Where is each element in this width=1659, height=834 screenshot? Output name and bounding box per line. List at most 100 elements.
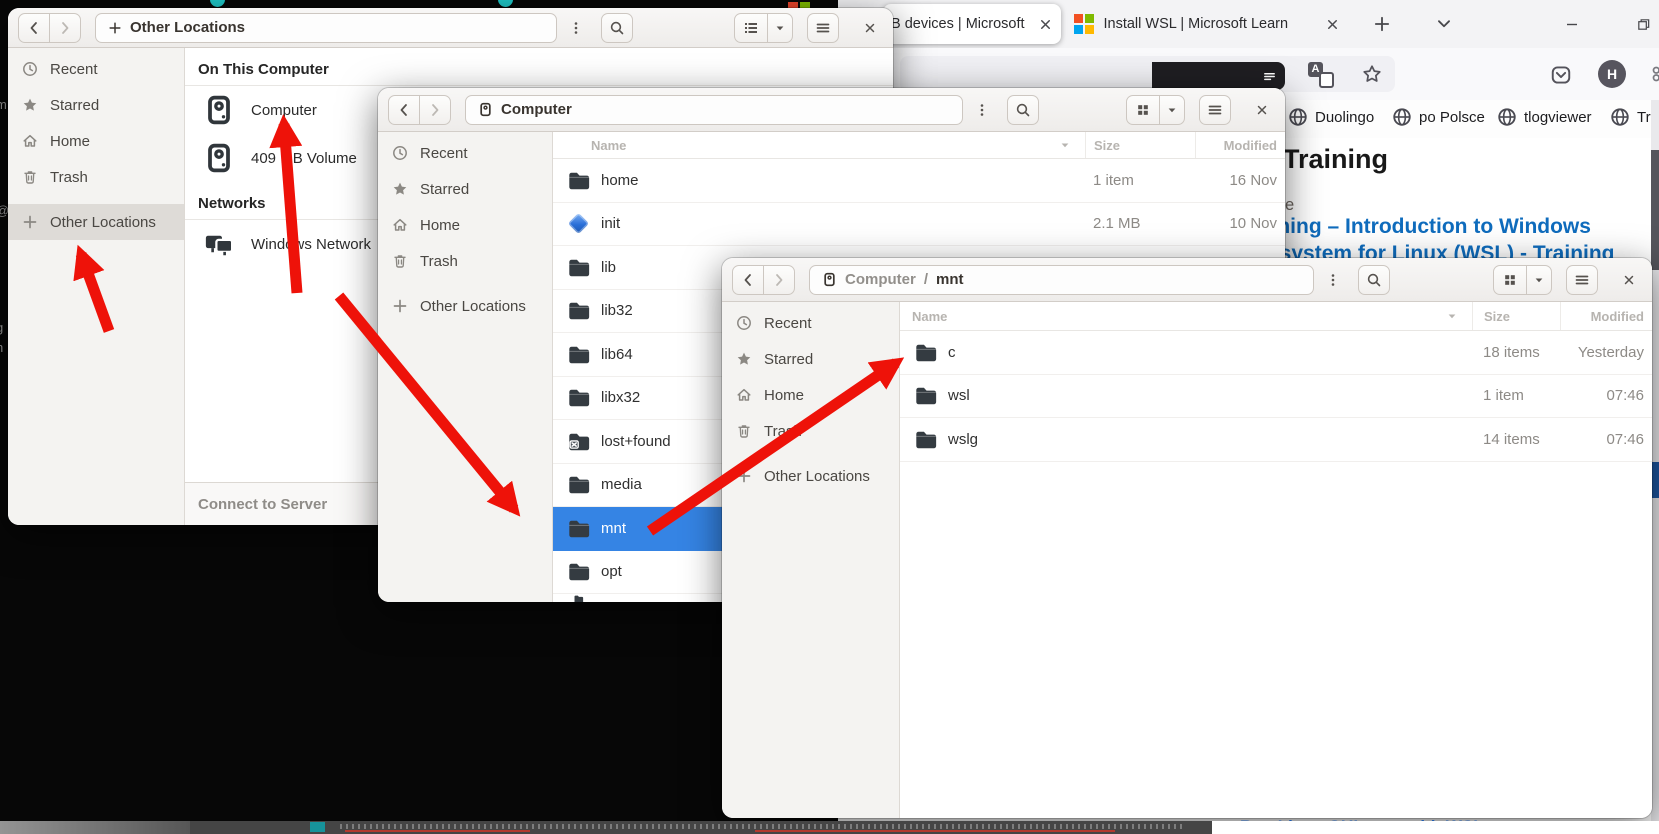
file-row-wsl[interactable]: wsl 1 item 07:46 — [900, 375, 1652, 419]
sidebar-item-trash[interactable]: Trash — [8, 159, 184, 195]
sort-caret-icon — [1059, 139, 1071, 151]
file-list-panel: Name Size Modified c 18 items Yesterday … — [900, 302, 1652, 818]
forward-button[interactable] — [49, 13, 81, 43]
location-name: Windows Network — [251, 236, 371, 253]
new-tab-button[interactable] — [1370, 12, 1394, 36]
search-button[interactable] — [1358, 265, 1390, 295]
folder-icon — [567, 299, 590, 322]
folder-icon — [567, 473, 590, 496]
drive-icon — [822, 272, 837, 287]
translate-icon[interactable]: A — [1308, 62, 1334, 88]
breadcrumb-computer[interactable]: Computer — [845, 271, 916, 288]
bookmark-tlogviewer[interactable]: tlogviewer — [1497, 107, 1592, 127]
search-button[interactable] — [601, 13, 633, 43]
file-size: 1 item — [1085, 172, 1195, 189]
taskbar-right — [1212, 821, 1659, 834]
sidebar-item-label: Recent — [50, 61, 98, 78]
path-bar[interactable]: Other Locations — [95, 13, 557, 43]
grid-view-button[interactable] — [1126, 95, 1160, 125]
path-bar[interactable]: Computer / mnt — [809, 265, 1314, 295]
sidebar-item-starred[interactable]: Starred — [8, 87, 184, 123]
minimize-button[interactable] — [1560, 12, 1584, 36]
path-bar[interactable]: Computer — [465, 95, 963, 125]
bookmark-po-polsce[interactable]: po Polsce — [1392, 107, 1485, 127]
star-icon — [736, 351, 752, 367]
folder-icon — [567, 594, 590, 602]
hamburger-menu-button[interactable] — [1566, 265, 1598, 295]
account-avatar[interactable]: H — [1598, 60, 1626, 88]
back-button[interactable] — [732, 265, 764, 295]
menu-dots-button[interactable] — [969, 95, 995, 125]
globe-icon — [1392, 107, 1412, 127]
places-sidebar: Recent Starred Home Trash Other Location… — [8, 48, 185, 525]
sidebar-item-other-locations[interactable]: Other Locations — [722, 458, 899, 494]
list-view-button[interactable] — [734, 13, 768, 43]
column-headers[interactable]: Name Size Modified — [553, 132, 1285, 159]
sidebar-item-home[interactable]: Home — [722, 377, 899, 413]
tab-list-chevron-icon[interactable] — [1432, 12, 1456, 36]
sidebar-item-other-locations[interactable]: Other Locations — [378, 288, 552, 324]
file-row-c[interactable]: c 18 items Yesterday — [900, 331, 1652, 375]
browser-scrollbar-thumb[interactable] — [1651, 150, 1659, 270]
menu-dots-button[interactable] — [563, 13, 589, 43]
sidebar-item-label: Starred — [420, 181, 469, 198]
sidebar-item-starred[interactable]: Starred — [378, 171, 552, 207]
forward-button[interactable] — [763, 265, 795, 295]
extension-icon[interactable] — [1650, 64, 1659, 84]
column-modified: Modified — [1195, 132, 1285, 158]
window-close-button[interactable] — [1249, 95, 1275, 125]
pocket-icon[interactable] — [1550, 64, 1572, 86]
back-button[interactable] — [18, 13, 50, 43]
clock-icon — [22, 61, 38, 77]
view-options-caret[interactable] — [767, 13, 793, 43]
window-close-button[interactable] — [1616, 265, 1642, 295]
view-options-caret[interactable] — [1159, 95, 1185, 125]
file-row-home[interactable]: home 1 item 16 Nov — [553, 159, 1285, 203]
taskbar-red-mark — [755, 830, 1115, 832]
restore-window-button[interactable] — [1631, 12, 1655, 36]
hamburger-menu-button[interactable] — [807, 13, 839, 43]
folder-icon — [914, 384, 937, 407]
plus-icon — [736, 468, 752, 484]
sidebar-item-recent[interactable]: Recent — [722, 305, 899, 341]
feedback-side-tab[interactable] — [1651, 462, 1659, 498]
browser-tab-devices[interactable]: B devices | Microsoft — [883, 4, 1061, 44]
grid-view-button[interactable] — [1493, 265, 1527, 295]
view-options-caret[interactable] — [1526, 265, 1552, 295]
sidebar-item-trash[interactable]: Trash — [722, 413, 899, 449]
file-modified: 07:46 — [1560, 431, 1652, 448]
back-button[interactable] — [388, 95, 420, 125]
hamburger-menu-button[interactable] — [1199, 95, 1231, 125]
column-headers[interactable]: Name Size Modified — [900, 302, 1652, 331]
location-name: 409 MB Volume — [251, 150, 357, 167]
taskbar-left — [0, 821, 190, 834]
sidebar-separator — [8, 195, 184, 204]
bookmark-star-icon[interactable] — [1362, 64, 1382, 84]
reader-view-icon[interactable] — [1262, 69, 1277, 84]
sidebar-item-recent[interactable]: Recent — [8, 51, 184, 87]
sidebar-item-trash[interactable]: Trash — [378, 243, 552, 279]
file-size: 2.1 MB — [1085, 215, 1195, 232]
search-button[interactable] — [1007, 95, 1039, 125]
file-row-init[interactable]: init 2.1 MB 10 Nov — [553, 203, 1285, 247]
taskbar-middle — [190, 821, 1212, 834]
sidebar-item-starred[interactable]: Starred — [722, 341, 899, 377]
network-icon — [204, 229, 234, 259]
tab-close-icon[interactable] — [1038, 17, 1053, 32]
forward-button[interactable] — [419, 95, 451, 125]
globe-icon — [1288, 107, 1308, 127]
sidebar-item-recent[interactable]: Recent — [378, 135, 552, 171]
sidebar-item-other-locations[interactable]: Other Locations — [8, 204, 184, 240]
taskbar-teal-mark — [310, 822, 325, 832]
files-window-mnt: Computer / mnt Recent Starred Home — [722, 258, 1652, 818]
column-size: Size — [1472, 302, 1560, 330]
home-icon — [392, 217, 408, 233]
bookmark-duolingo[interactable]: Duolingo — [1288, 107, 1374, 127]
browser-tab-install-wsl[interactable]: Install WSL | Microsoft Learn — [1066, 4, 1348, 44]
file-row-wslg[interactable]: wslg 14 items 07:46 — [900, 418, 1652, 462]
menu-dots-button[interactable] — [1320, 265, 1346, 295]
sidebar-item-home[interactable]: Home — [378, 207, 552, 243]
sidebar-item-home[interactable]: Home — [8, 123, 184, 159]
tab-close-icon[interactable] — [1325, 17, 1340, 32]
window-close-button[interactable] — [857, 13, 883, 43]
